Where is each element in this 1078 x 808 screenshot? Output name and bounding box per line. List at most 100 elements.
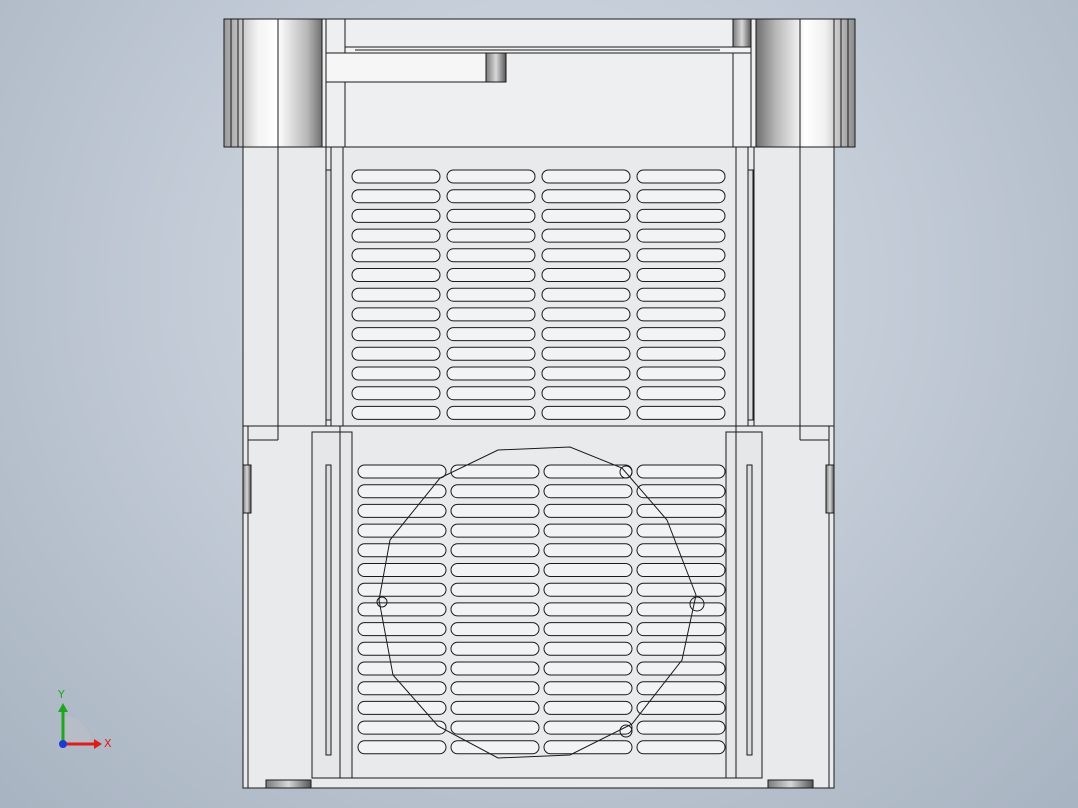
vent-slot [450,582,540,597]
vent-slot [541,386,631,401]
vent-slot [636,405,726,420]
vent-slot [636,248,726,263]
vent-slot [636,268,726,282]
vent-slot [351,386,441,401]
z-axis-dot [59,740,67,748]
vent-slot [450,602,540,617]
vent-slot [351,307,441,322]
vent-slot [636,523,726,538]
vent-slot [450,543,540,558]
vent-slot [351,189,441,204]
vent-slot [543,563,633,577]
vent-slot [357,720,447,735]
vent-slot [446,208,536,223]
vent-slot [446,366,536,381]
right-top-cylinder [755,18,856,148]
vent-slot [357,503,447,518]
vent-slot [446,386,536,401]
vent-slot [636,720,726,735]
vent-slot [357,622,447,637]
vent-slot [357,464,447,479]
vent-slot [636,287,726,302]
vent-slot [450,622,540,637]
vent-slot [543,720,633,735]
vent-slot [446,346,536,361]
vent-slot [541,189,631,204]
vent-slot [357,523,447,538]
vent-slot [446,307,536,322]
vent-slot [543,622,633,637]
vent-slot [357,543,447,558]
vent-slot [636,582,726,597]
vent-slot [636,503,726,518]
vent-slot [636,484,726,499]
vent-slot [446,189,536,204]
vent-slot [351,405,441,420]
vent-slot [357,740,447,755]
vent-slot [636,563,726,577]
vent-slot [446,287,536,302]
vent-slot [357,641,447,656]
vent-slot [543,523,633,538]
vent-slot [446,169,536,184]
vent-slot [636,228,726,243]
vent-slot [543,503,633,518]
vent-slot [450,681,540,696]
vent-slot [351,268,441,282]
vent-slot [351,327,441,342]
vent-slot [446,405,536,420]
vent-slot [541,346,631,361]
vent-slot [543,543,633,558]
vent-slot [357,661,447,676]
vent-slot [446,327,536,342]
vent-slot [636,327,726,342]
vent-slot [636,208,726,223]
model-front-view[interactable]: X Y [0,0,1078,808]
vent-slot [541,287,631,302]
vent-slot [541,327,631,342]
vent-slot [543,740,633,755]
vent-slot [450,700,540,715]
vent-slot [351,169,441,184]
vent-slot [450,641,540,656]
model-body [223,18,856,789]
vent-slot [541,248,631,263]
x-axis-label: X [104,737,112,750]
vent-slot [450,523,540,538]
vent-slot [351,346,441,361]
vent-slot [357,681,447,696]
vent-slot [543,700,633,715]
graphics-viewport[interactable]: X Y [0,0,1078,808]
vent-slot [636,346,726,361]
vent-slot [450,661,540,676]
vent-slot [450,484,540,499]
vent-slot [357,700,447,715]
y-axis-label: Y [57,688,65,701]
vent-slot [357,563,447,577]
vent-slot [351,366,441,381]
vent-slot [543,582,633,597]
triad-quadrant [63,716,91,744]
vent-slot [541,366,631,381]
vent-slot [636,307,726,322]
vent-slot [543,602,633,617]
vent-slot [636,169,726,184]
left-foot [265,779,312,789]
vent-slot [636,189,726,204]
right-foot [767,779,814,789]
vent-slot [543,641,633,656]
vent-slot [450,720,540,735]
vent-slot [543,484,633,499]
vent-slot [446,248,536,263]
vent-slot [636,641,726,656]
left-top-cylinder [223,18,323,148]
vent-slot [636,681,726,696]
vent-slot [446,268,536,282]
vent-slot [357,582,447,597]
vent-slot [450,563,540,577]
vent-slot [541,268,631,282]
vent-slot [543,661,633,676]
vent-slot [351,228,441,243]
vent-slot [541,307,631,322]
vent-slot [351,208,441,223]
